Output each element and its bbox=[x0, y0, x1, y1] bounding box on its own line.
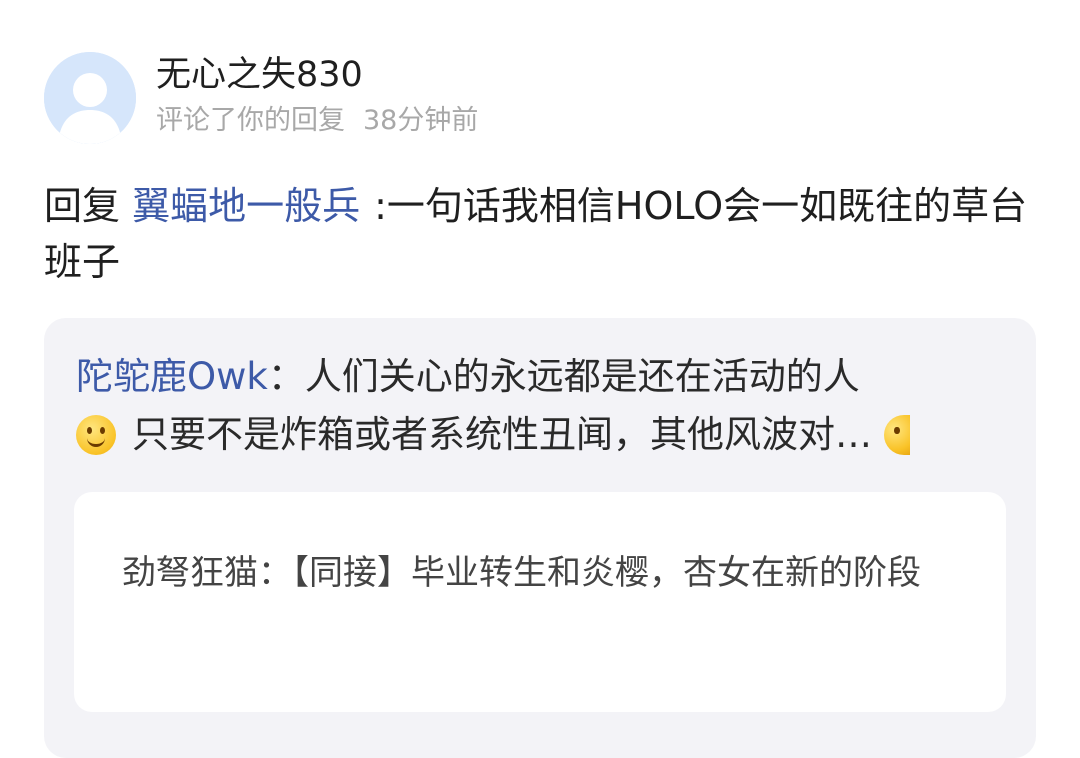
quoted-line2-text: 只要不是炸箱或者系统性丑闻，其他风波对… bbox=[132, 413, 872, 456]
quoted-author[interactable]: 陀鸵鹿Owk bbox=[76, 355, 268, 398]
nested-quote[interactable]: 劲弩狂猫：【同接】毕业转生和炎樱，杏女在新的阶段 bbox=[74, 492, 1006, 712]
quoted-line-2: 只要不是炸箱或者系统性丑闻，其他风波对… bbox=[76, 406, 1006, 464]
quoted-text: 陀鸵鹿Owk：人们关心的永远都是还在活动的人 只要不是炸箱或者系统性丑闻，其他风… bbox=[76, 348, 1006, 464]
quoted-separator: ： bbox=[267, 355, 305, 398]
default-avatar-icon bbox=[44, 52, 136, 144]
smile-emoji-icon bbox=[76, 415, 116, 455]
action-text: 评论了你的回复 bbox=[156, 105, 345, 136]
comment-header: 无心之失830 评论了你的回复 38分钟前 bbox=[44, 52, 744, 146]
comment-meta: 评论了你的回复 38分钟前 bbox=[156, 104, 478, 138]
nested-quote-text: 劲弩狂猫：【同接】毕业转生和炎樱，杏女在新的阶段 bbox=[122, 553, 921, 593]
reply-content: 回复 翼蝠地一般兵:一句话我相信HOLO会一如既往的草台班子 bbox=[44, 178, 1034, 290]
user-name[interactable]: 无心之失830 bbox=[156, 54, 363, 96]
quoted-comment[interactable]: 陀鸵鹿Owk：人们关心的永远都是还在活动的人 只要不是炸箱或者系统性丑闻，其他风… bbox=[44, 318, 1036, 758]
smile-emoji-icon bbox=[883, 415, 910, 455]
quoted-line1-text: 人们关心的永远都是还在活动的人 bbox=[304, 355, 860, 398]
quoted-line-1: 陀鸵鹿Owk：人们关心的永远都是还在活动的人 bbox=[76, 348, 1006, 406]
timestamp: 38分钟前 bbox=[363, 105, 479, 136]
user-avatar[interactable] bbox=[44, 52, 136, 144]
reply-prefix: 回复 bbox=[44, 184, 121, 228]
mention-link[interactable]: 翼蝠地一般兵 bbox=[132, 184, 360, 228]
